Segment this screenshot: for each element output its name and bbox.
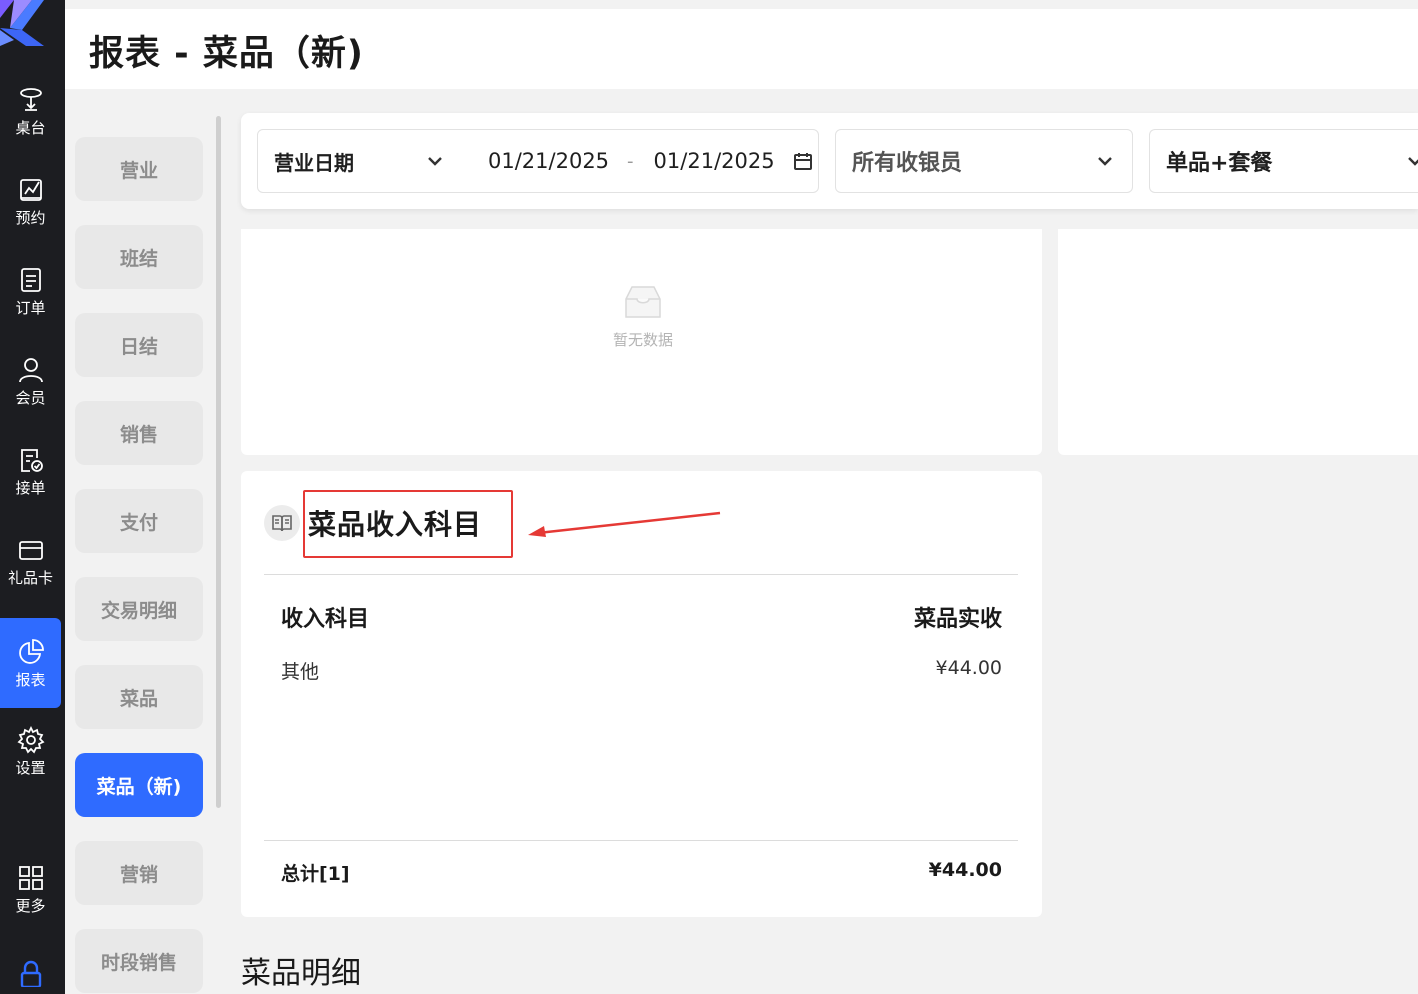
nav-item-reservation[interactable]: 预约 xyxy=(0,156,61,246)
submenu-item-dishes[interactable]: 菜品 xyxy=(75,665,203,729)
submenu-item-marketing[interactable]: 营销 xyxy=(75,841,203,905)
date-range-filter: 营业日期 01/21/2025 - 01/21/2025 xyxy=(257,129,819,193)
nav-label: 预约 xyxy=(15,209,46,227)
lock-icon xyxy=(16,958,46,988)
member-icon xyxy=(16,355,46,385)
cashier-filter[interactable]: 所有收银员 xyxy=(835,129,1133,193)
empty-state: 暂无数据 xyxy=(608,283,678,350)
grid-icon xyxy=(16,863,46,893)
book-icon xyxy=(264,505,300,541)
chevron-down-icon[interactable] xyxy=(1406,152,1418,170)
cashier-select[interactable]: 所有收银员 xyxy=(852,145,962,177)
reservation-icon xyxy=(16,175,46,205)
submenu-item-shift[interactable]: 班结 xyxy=(75,225,203,289)
submenu-item-daily[interactable]: 日结 xyxy=(75,313,203,377)
nav-item-settings[interactable]: 设置 xyxy=(0,706,61,796)
submenu-scrollbar[interactable] xyxy=(216,116,221,808)
nav-label: 设置 xyxy=(15,759,46,777)
report-submenu: 营业 班结 日结 销售 支付 交易明细 菜品 菜品（新) 营销 时段销售 xyxy=(65,89,225,994)
divider xyxy=(264,840,1018,841)
column-header-category: 收入科目 xyxy=(281,607,370,632)
nav-label: 订单 xyxy=(15,299,46,317)
gear-icon xyxy=(16,725,46,755)
item-type-filter[interactable]: 单品+套餐 xyxy=(1149,129,1418,193)
submenu-item-period-sales[interactable]: 时段销售 xyxy=(75,929,203,993)
chart-card-empty: 暂无数据 xyxy=(241,229,1042,455)
total-amount: ¥44.00 xyxy=(928,859,1002,881)
page-title: 报表 - 菜品（新) xyxy=(89,34,364,74)
nav-label: 桌台 xyxy=(15,119,46,137)
chevron-down-icon[interactable] xyxy=(426,152,444,170)
submenu-item-business[interactable]: 营业 xyxy=(75,137,203,201)
accept-order-icon xyxy=(16,445,46,475)
nav-item-table[interactable]: 桌台 xyxy=(0,66,61,156)
nav-item-lock[interactable] xyxy=(0,958,61,994)
filter-bar: 营业日期 01/21/2025 - 01/21/2025 所有收银员 单品+套餐 xyxy=(241,113,1418,209)
gift-card-icon xyxy=(16,535,46,565)
calendar-icon[interactable] xyxy=(793,151,813,171)
nav-item-gift-card[interactable]: 礼品卡 xyxy=(0,516,61,606)
annotation-highlight-box xyxy=(303,490,513,558)
nav-label: 礼品卡 xyxy=(7,569,53,587)
table-icon xyxy=(16,85,46,115)
nav-label: 更多 xyxy=(15,897,46,915)
order-icon xyxy=(16,265,46,295)
empty-state-text: 暂无数据 xyxy=(612,331,673,349)
table-cell-amount: ¥44.00 xyxy=(935,657,1002,679)
nav-label: 接单 xyxy=(15,479,46,497)
nav-item-order[interactable]: 订单 xyxy=(0,246,61,336)
page-header: 报表 - 菜品（新) xyxy=(65,9,1418,89)
empty-inbox-icon xyxy=(625,286,661,318)
table-cell-category: 其他 xyxy=(281,661,320,683)
submenu-item-sales[interactable]: 销售 xyxy=(75,401,203,465)
annotation-arrow xyxy=(528,511,721,537)
report-icon xyxy=(16,637,46,667)
main-nav: 桌台 预约 订单 会员 接单 礼品卡 报表 设置 更多 xyxy=(0,0,65,994)
column-header-amount: 菜品实收 xyxy=(913,607,1002,632)
nav-label: 会员 xyxy=(15,389,46,407)
chevron-down-icon[interactable] xyxy=(1096,152,1114,170)
submenu-item-dishes-new[interactable]: 菜品（新) xyxy=(75,753,203,817)
submenu-item-payment[interactable]: 支付 xyxy=(75,489,203,553)
submenu-item-transactions[interactable]: 交易明细 xyxy=(75,577,203,641)
nav-item-more[interactable]: 更多 xyxy=(0,844,61,934)
nav-item-report[interactable]: 报表 xyxy=(0,618,61,708)
side-card-empty xyxy=(1058,229,1418,455)
start-date-input[interactable]: 01/21/2025 xyxy=(488,149,609,173)
nav-item-member[interactable]: 会员 xyxy=(0,336,61,426)
app-logo xyxy=(0,0,50,50)
item-type-select[interactable]: 单品+套餐 xyxy=(1166,145,1272,177)
nav-label: 报表 xyxy=(15,671,46,689)
date-separator: - xyxy=(627,150,634,172)
dish-detail-title: 菜品明细 xyxy=(241,956,361,991)
divider xyxy=(264,574,1018,575)
end-date-input[interactable]: 01/21/2025 xyxy=(654,149,775,173)
nav-item-accept-order[interactable]: 接单 xyxy=(0,426,61,516)
total-label: 总计[1] xyxy=(281,863,350,885)
date-type-select[interactable]: 营业日期 xyxy=(274,147,354,176)
